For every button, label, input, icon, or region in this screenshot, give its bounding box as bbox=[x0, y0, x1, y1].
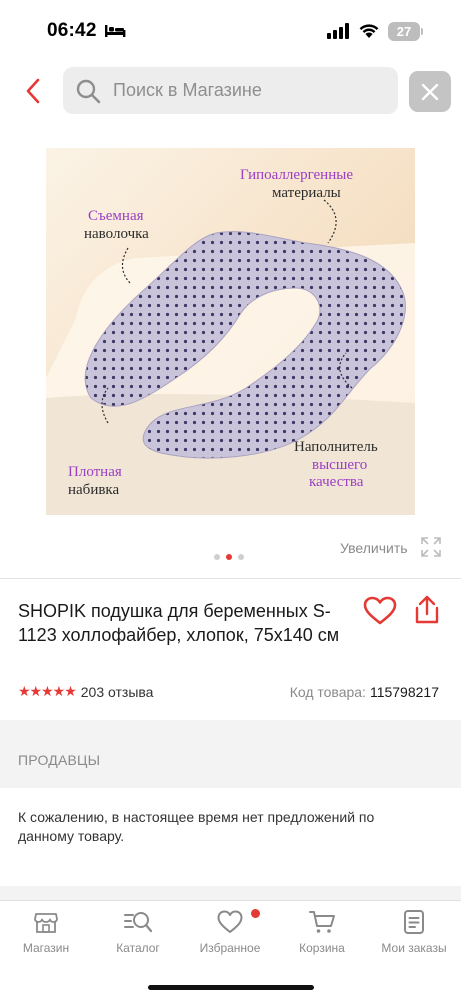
signal-icon bbox=[327, 23, 349, 39]
status-time: 06:42 bbox=[47, 20, 97, 41]
label-filler-2: высшего bbox=[312, 457, 368, 473]
heart-icon[interactable] bbox=[363, 596, 397, 626]
carousel-dot-active[interactable] bbox=[226, 554, 232, 560]
carousel-dots[interactable] bbox=[214, 554, 244, 560]
nav-item-favorites[interactable]: Избранное bbox=[184, 909, 276, 955]
product-code: Код товара: 115798217 bbox=[290, 684, 439, 700]
no-offers-message: К сожалению, в настоящее время нет предл… bbox=[18, 809, 375, 844]
catalog-search-icon bbox=[124, 912, 153, 933]
chevron-left-icon bbox=[26, 78, 40, 104]
divider bbox=[0, 578, 461, 579]
product-image[interactable]: Съемная наволочка Гипоаллергенные матери… bbox=[46, 148, 415, 515]
label-dense-2: набивка bbox=[68, 482, 120, 498]
label-dense-1: Плотная bbox=[68, 464, 122, 480]
share-icon[interactable] bbox=[413, 595, 441, 625]
bed-icon bbox=[105, 25, 126, 37]
label-removable-1: Съемная bbox=[88, 208, 144, 224]
label-filler-1: Наполнитель bbox=[294, 439, 378, 455]
nav-label-orders: Мои заказы bbox=[381, 941, 447, 955]
nav-label-favorites: Избранное bbox=[199, 941, 261, 955]
product-code-value: 115798217 bbox=[369, 684, 439, 700]
orders-icon bbox=[404, 910, 424, 934]
section-separator bbox=[0, 886, 461, 900]
search-bar[interactable] bbox=[63, 67, 398, 114]
product-title: SHOPIK подушка для беременных S-1123 хол… bbox=[18, 601, 340, 645]
nav-label-cart: Корзина bbox=[299, 941, 345, 955]
carousel-dot[interactable] bbox=[214, 554, 220, 560]
label-hypo-1: Гипоаллергенные bbox=[240, 167, 353, 183]
wifi-icon bbox=[359, 24, 379, 38]
label-filler-3: качества bbox=[309, 474, 364, 490]
product-rating[interactable]: ★★★★★ 203 отзыва bbox=[18, 683, 153, 700]
notification-badge bbox=[251, 909, 260, 918]
cart-icon bbox=[309, 911, 335, 933]
battery-tip bbox=[421, 28, 423, 35]
back-button[interactable] bbox=[18, 74, 48, 108]
home-indicator bbox=[148, 985, 314, 990]
nav-label-catalog: Каталог bbox=[116, 941, 160, 955]
battery-icon: 27 bbox=[388, 22, 420, 41]
reviews-count[interactable]: 203 отзыва bbox=[81, 684, 154, 700]
heart-icon bbox=[217, 910, 243, 933]
label-hypo-2: материалы bbox=[272, 185, 341, 201]
carousel-dot[interactable] bbox=[238, 554, 244, 560]
product-code-label: Код товара: bbox=[289, 684, 366, 700]
nav-item-cart[interactable]: Корзина bbox=[276, 909, 368, 955]
zoom-label[interactable]: Увеличить bbox=[340, 540, 408, 556]
nav-label-store: Магазин bbox=[22, 941, 70, 955]
nav-item-orders[interactable]: Мои заказы bbox=[368, 909, 460, 955]
expand-icon[interactable] bbox=[420, 536, 442, 558]
status-bar: 06:42 27 bbox=[0, 0, 461, 62]
sellers-title: ПРОДАВЦЫ bbox=[18, 752, 101, 768]
close-icon bbox=[421, 83, 439, 100]
clear-search-button[interactable] bbox=[409, 71, 451, 112]
label-removable-2: наволочка bbox=[84, 226, 149, 242]
nav-item-catalog[interactable]: Каталог bbox=[92, 909, 184, 955]
search-input[interactable] bbox=[113, 80, 363, 101]
search-icon bbox=[76, 79, 101, 103]
rating-stars: ★★★★★ bbox=[18, 683, 77, 699]
store-icon bbox=[34, 913, 58, 933]
nav-item-store[interactable]: Магазин bbox=[0, 909, 92, 955]
